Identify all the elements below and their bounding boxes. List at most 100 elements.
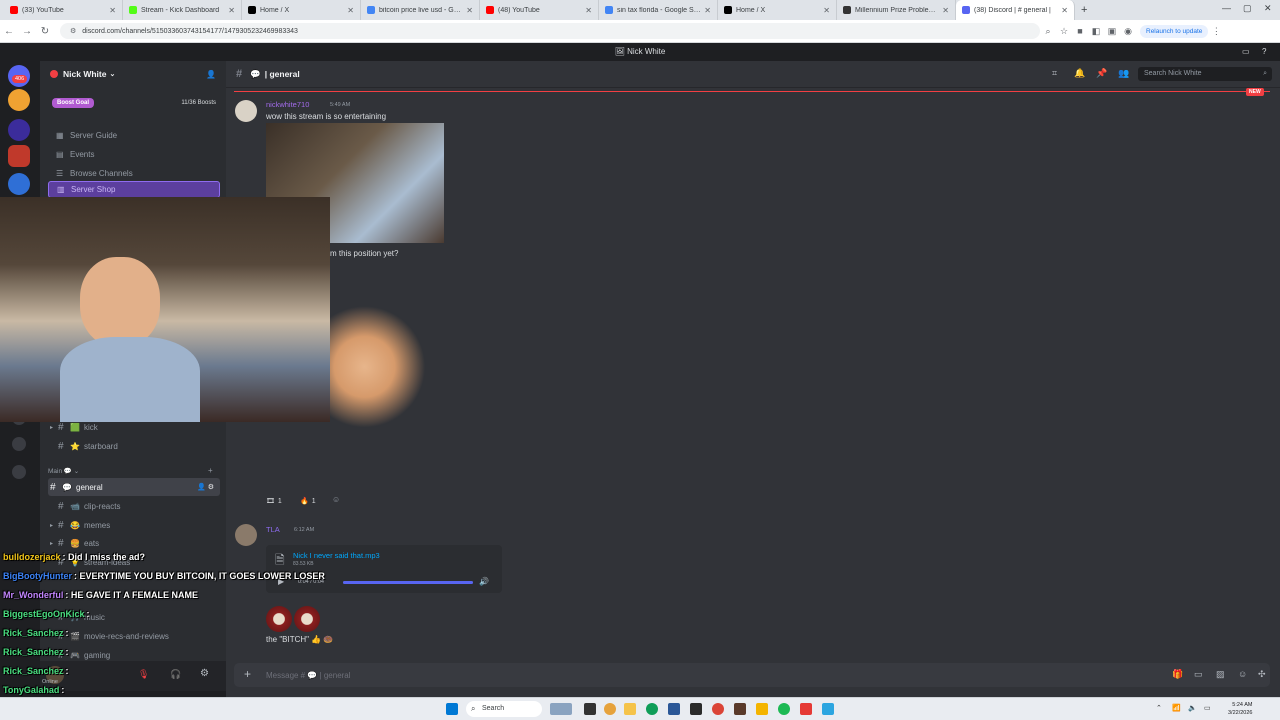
profile-icon[interactable]: ◉ [1120, 26, 1136, 37]
extension-icon[interactable]: ■ [1072, 26, 1088, 36]
close-tab-icon[interactable]: ✕ [823, 6, 830, 15]
channel-starboard[interactable]: # ⭐ starboard [40, 437, 226, 455]
edge-icon[interactable] [646, 703, 658, 715]
bookmark-star-icon[interactable]: ☆ [1056, 26, 1072, 37]
server-icon-4[interactable] [8, 173, 30, 195]
taskbar-search[interactable]: ⌕ Search [466, 701, 542, 717]
apps-icon[interactable]: ✣ [1258, 669, 1266, 680]
close-tab-icon[interactable]: ✕ [704, 6, 711, 15]
message-author[interactable]: nickwhite710 [266, 100, 309, 109]
invite-icon[interactable]: 👤 [206, 70, 216, 79]
add-channel-icon[interactable]: + [208, 466, 213, 475]
taskbar-clock[interactable]: 5:24 AM 3/22/2026 [1228, 701, 1252, 717]
volume-tray-icon[interactable]: 🔈 [1188, 704, 1197, 712]
gift-icon[interactable]: 🎁 [1172, 669, 1183, 680]
forward-icon[interactable]: → [18, 26, 36, 37]
message-input[interactable]: + Message # 💬 | general 🎁 ▭ ▨ ☺ ✣ [234, 663, 1270, 687]
store-icon[interactable] [668, 703, 680, 715]
reaction-1[interactable]: 🎞 1 [266, 494, 282, 508]
relaunch-button[interactable]: Relaunch to update [1140, 24, 1209, 38]
server-icon-3[interactable] [8, 145, 30, 167]
browser-tab[interactable]: Home / X ✕ [242, 0, 361, 20]
nav-events[interactable]: ▤ Events [48, 146, 220, 163]
widget-icon[interactable] [550, 703, 572, 715]
avatar[interactable] [235, 100, 257, 122]
boost-goal-bar[interactable]: Boost Goal 11/36 Boosts [48, 96, 220, 110]
emoji-icon[interactable]: ☺ [1238, 669, 1247, 679]
audio-filename[interactable]: Nick I never said that.mp3 [293, 551, 380, 560]
channel-general[interactable]: # 💬 general 👤 ⚙ [48, 478, 220, 496]
help-icon[interactable]: ? [1262, 43, 1266, 61]
obs-icon[interactable] [734, 703, 746, 715]
back-icon[interactable]: ← [0, 26, 18, 37]
url-field[interactable]: ⚙ discord.com/channels/515033603743154177… [60, 23, 1040, 39]
close-tab-icon[interactable]: ✕ [109, 6, 116, 15]
server-icon-1[interactable] [8, 89, 30, 111]
spotify-icon[interactable] [778, 703, 790, 715]
nav-server-guide[interactable]: ▦ Server Guide [48, 127, 220, 144]
browser-tab[interactable]: (48) YouTube ✕ [480, 0, 599, 20]
close-tab-icon[interactable]: ✕ [347, 6, 354, 15]
extensions-puzzle-icon[interactable]: ◧ [1088, 26, 1104, 37]
site-info-icon[interactable]: ⚙ [70, 27, 76, 35]
audio-progress-bar[interactable] [343, 581, 473, 584]
browser-tab[interactable]: Stream - Kick Dashboard ✕ [123, 0, 242, 20]
close-tab-icon[interactable]: ✕ [466, 6, 473, 15]
category-main[interactable]: Main 💬 ⌄ [48, 467, 79, 475]
message-author[interactable]: TLA [266, 525, 280, 534]
vlc-icon[interactable] [756, 703, 768, 715]
inbox-icon[interactable]: ▭ [1242, 43, 1250, 61]
browser-tab[interactable]: (33) YouTube ✕ [4, 0, 123, 20]
tab-search-icon[interactable]: ▣ [1104, 26, 1120, 37]
close-tab-icon[interactable]: ✕ [942, 6, 949, 15]
browser-tab[interactable]: bitcoin price live usd - Google ✕ [361, 0, 480, 20]
download-icon[interactable] [12, 465, 26, 479]
chrome-icon[interactable] [712, 703, 724, 715]
browser-tab[interactable]: Home / X ✕ [718, 0, 837, 20]
reaction-2[interactable]: 🔥 1 [300, 494, 316, 508]
settings-gear-icon[interactable]: 👤 ⚙ [197, 483, 214, 491]
channel-clip-reacts[interactable]: # 📹 clip-reacts [40, 497, 226, 515]
threads-icon[interactable]: ⌗ [1052, 68, 1057, 79]
channel-memes[interactable]: ▸ # 😂 memes [40, 516, 226, 534]
close-tab-icon[interactable]: ✕ [228, 6, 235, 15]
start-icon[interactable] [446, 703, 458, 715]
member-list-icon[interactable]: 👥 [1118, 68, 1129, 79]
gif-icon[interactable]: ▭ [1194, 669, 1203, 680]
sticker-icon[interactable]: ▨ [1216, 669, 1225, 680]
terminal-icon[interactable] [690, 703, 702, 715]
notification-bell-icon[interactable]: 🔔 [1074, 68, 1085, 79]
headphones-icon[interactable]: 🎧 [170, 669, 181, 680]
server-icon-2[interactable] [8, 119, 30, 141]
brave-icon[interactable] [800, 703, 812, 715]
volume-icon[interactable]: 🔊 [479, 577, 489, 586]
pin-icon[interactable]: 📌 [1096, 68, 1107, 79]
add-reaction-icon[interactable]: ☺ [332, 495, 340, 504]
new-tab-button[interactable]: + [1075, 4, 1093, 16]
close-tab-icon[interactable]: ✕ [585, 6, 592, 15]
battery-icon[interactable]: ▭ [1204, 704, 1211, 712]
task-view-icon[interactable] [584, 703, 596, 715]
avatar[interactable] [235, 524, 257, 546]
server-name-button[interactable]: Nick White ⌄ 👤 [40, 61, 226, 87]
attach-plus-icon[interactable]: + [244, 667, 251, 681]
minimize-icon[interactable]: — [1222, 3, 1231, 13]
mute-icon[interactable]: 🎙 [138, 669, 149, 680]
discover-icon[interactable] [12, 437, 26, 451]
channel-eats[interactable]: ▸ # 🍔 eats [40, 534, 226, 552]
user-settings-icon[interactable]: ⚙ [200, 668, 209, 679]
telegram-icon[interactable] [822, 703, 834, 715]
reload-icon[interactable]: ↻ [36, 26, 54, 37]
browser-tab[interactable]: (38) Discord | # general | ✕ [956, 0, 1075, 20]
file-explorer-icon[interactable] [624, 703, 636, 715]
close-window-icon[interactable]: ✕ [1264, 3, 1272, 14]
copilot-icon[interactable] [604, 703, 616, 715]
maximize-icon[interactable]: ▢ [1243, 3, 1252, 14]
zoom-icon[interactable]: ⌕ [1040, 26, 1056, 37]
search-input[interactable]: Search Nick White ⌕ [1138, 67, 1272, 81]
close-tab-icon[interactable]: ✕ [1061, 6, 1068, 15]
browser-tab[interactable]: Millennium Prize Problems M ✕ [837, 0, 956, 20]
nav-browse-channels[interactable]: ☰ Browse Channels [48, 165, 220, 182]
tray-chevron-icon[interactable]: ⌃ [1156, 704, 1162, 712]
menu-icon[interactable]: ⋮ [1208, 26, 1224, 37]
